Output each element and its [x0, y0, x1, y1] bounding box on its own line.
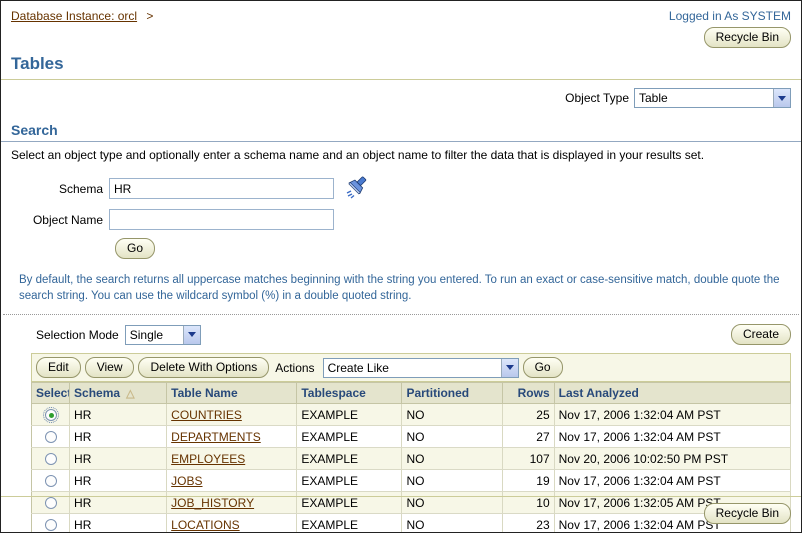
table-name-link[interactable]: COUNTRIES [171, 408, 242, 422]
delete-with-options-button[interactable]: Delete With Options [138, 357, 269, 378]
table-name-link[interactable]: EMPLOYEES [171, 452, 245, 466]
actions-select[interactable]: Create Like [323, 358, 519, 378]
breadcrumb-separator: > [146, 9, 153, 23]
row-radio[interactable] [45, 453, 57, 465]
col-header-partitioned[interactable]: Partitioned [402, 383, 502, 404]
selection-mode-select[interactable]: Single [125, 325, 201, 345]
edit-button[interactable]: Edit [36, 357, 81, 378]
selection-mode-row: Selection Mode Single Create [1, 315, 801, 351]
breadcrumb-link-database-instance[interactable]: Database Instance: orcl [11, 9, 137, 23]
object-name-label: Object Name [1, 213, 109, 227]
search-go-row: Go [115, 238, 801, 259]
cell-rows: 27 [502, 426, 554, 448]
col-header-select: Select [32, 383, 70, 404]
view-button[interactable]: View [85, 357, 135, 378]
cell-tablespace: EXAMPLE [297, 404, 402, 426]
chevron-down-icon[interactable] [183, 326, 200, 344]
col-header-last-analyzed[interactable]: Last Analyzed [554, 383, 790, 404]
table-name-link[interactable]: DEPARTMENTS [171, 430, 261, 444]
selection-mode-value: Single [130, 328, 163, 342]
top-right: Logged in As SYSTEM Recycle Bin [669, 9, 791, 48]
object-type-row: Object Type Table [1, 80, 801, 114]
row-radio[interactable] [45, 431, 57, 443]
cell-tablespace: EXAMPLE [297, 426, 402, 448]
actions-label: Actions [275, 361, 314, 375]
schema-input[interactable] [109, 178, 334, 199]
table-row: HR COUNTRIES EXAMPLE NO 25 Nov 17, 2006 … [32, 404, 791, 426]
col-header-rows[interactable]: Rows [502, 383, 554, 404]
table-row: HR DEPARTMENTS EXAMPLE NO 27 Nov 17, 200… [32, 426, 791, 448]
breadcrumb: Database Instance: orcl > [11, 9, 153, 23]
bottom-divider [1, 496, 801, 497]
search-description: Select an object type and optionally ent… [1, 146, 801, 168]
schema-row: Schema [1, 174, 801, 203]
cell-rows: 107 [502, 448, 554, 470]
col-header-table-name[interactable]: Table Name [167, 383, 297, 404]
cell-schema: HR [70, 448, 167, 470]
search-note: By default, the search returns all upper… [1, 265, 801, 306]
actions-go-button[interactable]: Go [523, 357, 563, 378]
tables-page: Database Instance: orcl > Logged in As S… [0, 0, 802, 533]
cell-rows: 19 [502, 470, 554, 492]
selection-mode-label: Selection Mode [36, 328, 119, 342]
table-header-row: Select Schema△ Table Name Tablespace Par… [32, 383, 791, 404]
object-name-input[interactable] [109, 209, 334, 230]
table-row: HR EMPLOYEES EXAMPLE NO 107 Nov 20, 2006… [32, 448, 791, 470]
cell-rows: 25 [502, 404, 554, 426]
cell-schema: HR [70, 404, 167, 426]
bottom-bar: Recycle Bin [1, 496, 801, 532]
cell-last-analyzed: Nov 17, 2006 1:32:04 AM PST [554, 426, 790, 448]
create-button[interactable]: Create [731, 324, 791, 345]
top-bar: Database Instance: orcl > Logged in As S… [1, 1, 801, 48]
row-radio[interactable] [45, 475, 57, 487]
cell-partitioned: NO [402, 426, 502, 448]
col-header-schema[interactable]: Schema△ [70, 383, 167, 404]
recycle-bin-button-bottom[interactable]: Recycle Bin [704, 503, 791, 524]
cell-schema: HR [70, 470, 167, 492]
search-section-title: Search [1, 116, 801, 142]
actions-value: Create Like [328, 361, 389, 375]
sort-asc-icon: △ [126, 388, 134, 400]
chevron-down-icon[interactable] [501, 359, 518, 377]
object-type-select[interactable]: Table [634, 88, 791, 108]
object-type-label: Object Type [565, 91, 629, 105]
cell-last-analyzed: Nov 17, 2006 1:32:04 AM PST [554, 404, 790, 426]
cell-last-analyzed: Nov 20, 2006 10:02:50 PM PST [554, 448, 790, 470]
chevron-down-icon[interactable] [773, 89, 790, 107]
schema-label: Schema [1, 182, 109, 196]
results-toolbar: Edit View Delete With Options Actions Cr… [31, 353, 791, 382]
table-name-link[interactable]: JOBS [171, 474, 202, 488]
search-go-button[interactable]: Go [115, 238, 155, 259]
row-radio[interactable] [45, 409, 57, 421]
table-row: HR JOBS EXAMPLE NO 19 Nov 17, 2006 1:32:… [32, 470, 791, 492]
cell-partitioned: NO [402, 470, 502, 492]
cell-schema: HR [70, 426, 167, 448]
col-header-tablespace[interactable]: Tablespace [297, 383, 402, 404]
page-title: Tables [1, 48, 801, 79]
cell-last-analyzed: Nov 17, 2006 1:32:04 AM PST [554, 470, 790, 492]
cell-partitioned: NO [402, 448, 502, 470]
object-type-value: Table [639, 91, 668, 105]
recycle-bin-button-top[interactable]: Recycle Bin [704, 27, 791, 48]
cell-tablespace: EXAMPLE [297, 448, 402, 470]
cell-tablespace: EXAMPLE [297, 470, 402, 492]
cell-partitioned: NO [402, 404, 502, 426]
logged-in-status: Logged in As SYSTEM [669, 9, 791, 23]
flashlight-search-icon[interactable] [344, 174, 370, 203]
object-name-row: Object Name [1, 209, 801, 230]
